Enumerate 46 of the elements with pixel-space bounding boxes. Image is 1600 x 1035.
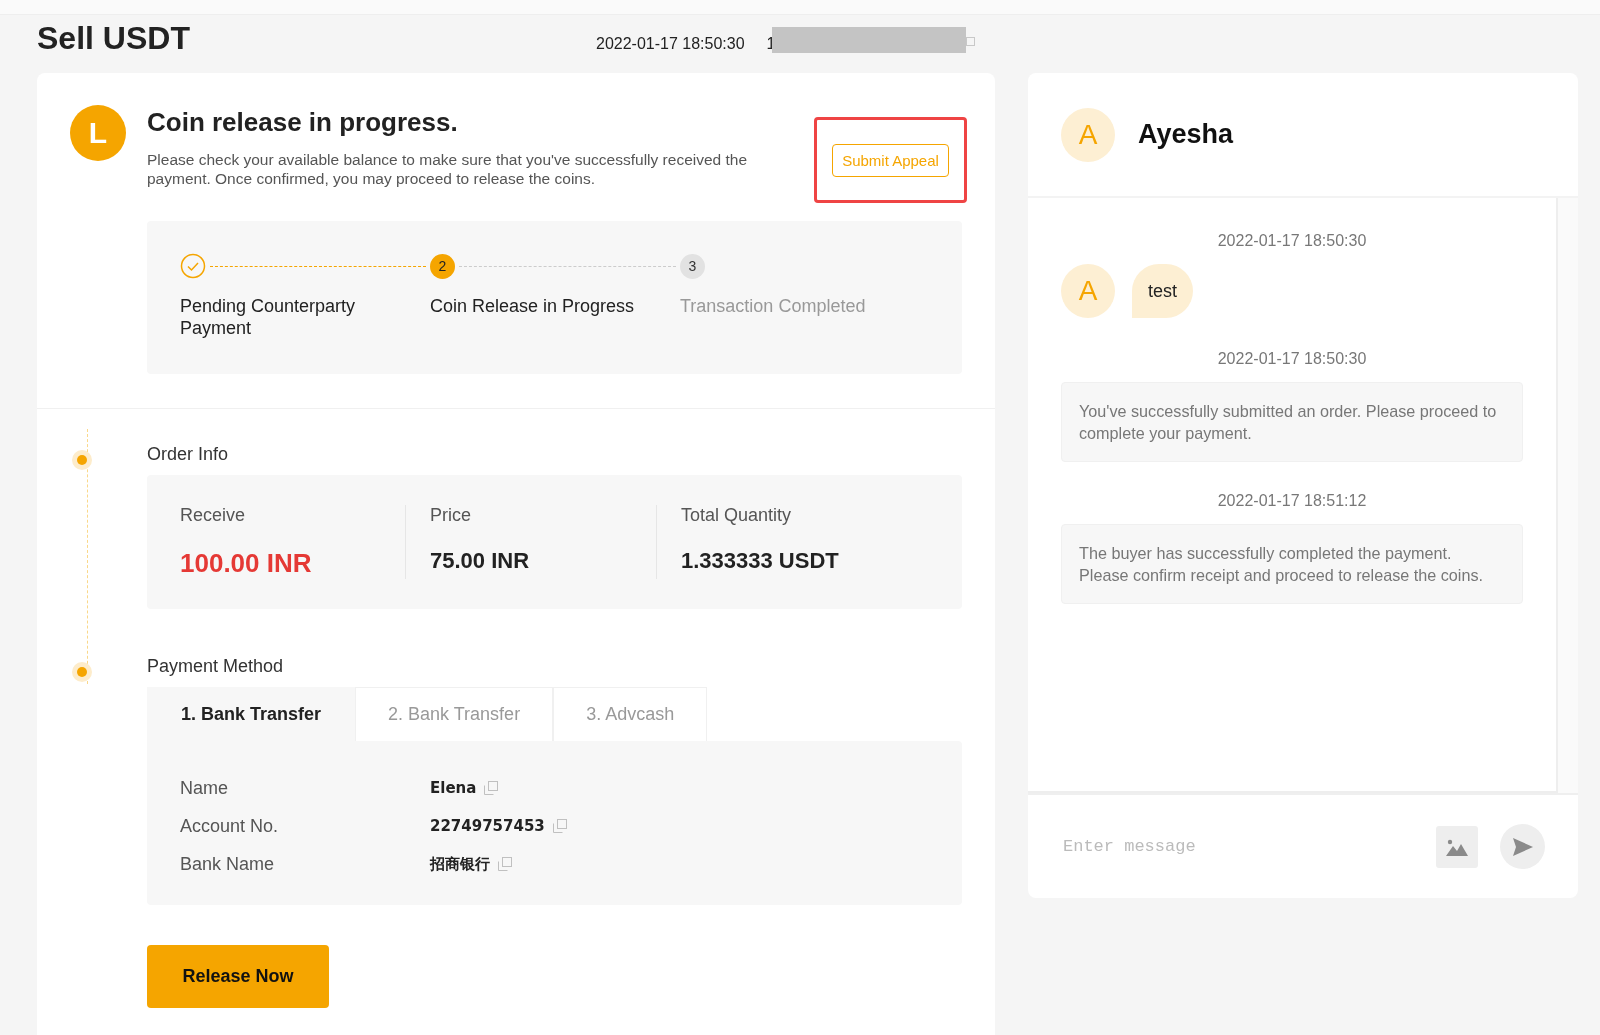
message-input[interactable]: Enter message xyxy=(1061,836,1436,857)
copy-icon[interactable] xyxy=(552,819,567,833)
system-message: The buyer has successfully completed the payment. Please confirm receipt and proceed to release the coins. xyxy=(1061,524,1523,604)
page-title: Sell USDT xyxy=(37,19,191,57)
image-button[interactable] xyxy=(1436,825,1478,868)
section-title: Order Info xyxy=(147,444,229,465)
field-label: Account No. xyxy=(180,815,280,837)
copy-icon[interactable] xyxy=(484,781,499,795)
step-label: Transaction Completed xyxy=(680,295,867,317)
status-icon: L xyxy=(70,105,126,161)
info-label: Total Quantity xyxy=(681,505,793,526)
payment-tab[interactable]: 2. Bank Transfer xyxy=(355,687,554,741)
status-description: Please check your available balance to make sure that you've successfully received the payment. Once confirmed, you may proceed to release the coins. xyxy=(147,150,749,188)
field-label: Name xyxy=(180,777,229,799)
avatar: A xyxy=(1061,107,1115,162)
message-bubble: test xyxy=(1132,264,1193,318)
contact-name: Ayesha xyxy=(1138,119,1234,150)
message-time: 2022-01-17 18:51:12 xyxy=(1216,492,1368,510)
message-time: 2022-01-17 18:50:30 xyxy=(1216,232,1368,250)
step-number: 3 xyxy=(680,253,705,279)
payment-tab[interactable]: 1. Bank Transfer xyxy=(147,687,356,741)
release-now-button[interactable]: Release Now xyxy=(147,945,329,1008)
send-button[interactable] xyxy=(1500,824,1545,869)
send-icon xyxy=(1511,836,1534,857)
copy-icon[interactable] xyxy=(965,37,975,49)
section-title: Payment Method xyxy=(147,656,284,677)
info-value: 1.333333 USDT xyxy=(681,548,840,574)
payment-tab[interactable]: 3. Advcash xyxy=(553,687,708,741)
field-label: Bank Name xyxy=(180,853,276,875)
step-label: Coin Release in Progress xyxy=(430,295,636,317)
field-value: 22749757453 xyxy=(430,817,545,835)
field-value: 招商银行 xyxy=(430,854,490,874)
submit-appeal-button[interactable]: Submit Appeal xyxy=(832,143,949,177)
message-time: 2022-01-17 18:50:30 xyxy=(1216,350,1368,368)
copy-icon[interactable] xyxy=(498,857,512,871)
info-value: 100.00 INR xyxy=(180,548,313,579)
step-label: Pending Counterparty Payment xyxy=(180,295,357,339)
order-time: 2022-01-17 18:50:30 xyxy=(596,35,745,53)
field-value: Elena xyxy=(430,779,477,797)
info-value: 75.00 INR xyxy=(430,548,531,574)
status-title: Coin release in progress. xyxy=(147,107,459,138)
step-number: 2 xyxy=(430,253,455,279)
info-label: Price xyxy=(430,505,472,526)
info-label: Receive xyxy=(180,505,247,526)
avatar: A xyxy=(1061,264,1115,318)
system-message: You've successfully submitted an order. Please proceed to complete your payment. xyxy=(1061,382,1523,462)
